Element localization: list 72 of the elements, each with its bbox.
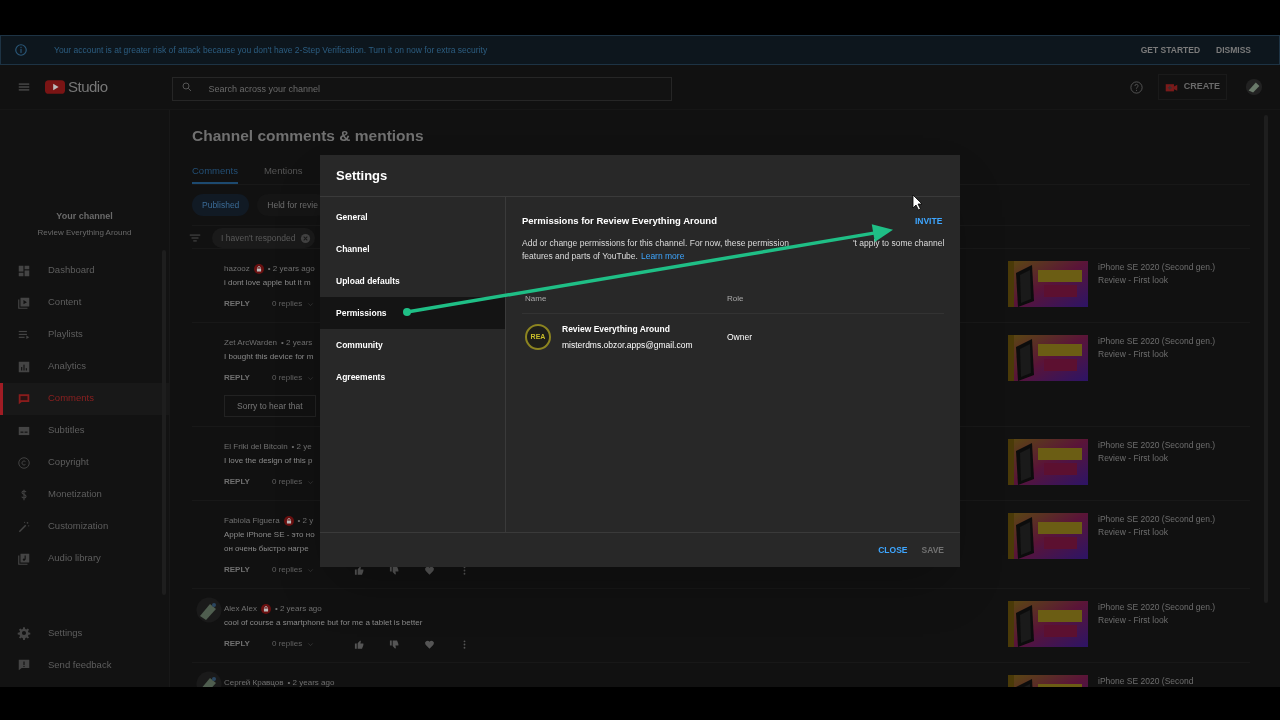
member-email: misterdms.obzor.apps@gmail.com xyxy=(562,338,694,352)
section-heading: Permissions for Review Everything Around xyxy=(522,214,717,228)
video-title[interactable]: iPhone SE 2020 (Second gen.) Review - First look xyxy=(1098,439,1216,493)
member-role: Owner xyxy=(727,330,753,344)
sidebar-item[interactable]: Subtitles xyxy=(0,414,169,447)
video-title[interactable]: iPhone SE 2020 (Second gen.) Review - First look xyxy=(1098,601,1216,655)
comment-author[interactable]: El Friki del Bitcoin xyxy=(224,441,288,453)
sidebar-item[interactable]: Copyright xyxy=(0,446,169,479)
description-text: features and parts of YouTube. xyxy=(522,250,638,264)
comment-text: cool of course a smartphone but for me a tablet is better xyxy=(224,617,423,629)
comment-author[interactable]: Zet ArcWarden xyxy=(224,337,278,349)
comment-author[interactable]: Alex Alex xyxy=(224,603,257,615)
dialog-button[interactable]: CLOSE xyxy=(878,543,908,557)
page-title: Channel comments & mentions xyxy=(192,126,425,146)
sidebar-item[interactable]: Analytics xyxy=(0,350,169,383)
sidebar-item[interactable]: Comments xyxy=(0,382,169,415)
learn-more-link[interactable]: Learn more xyxy=(640,250,685,264)
reply-button[interactable]: REPLY xyxy=(224,298,272,310)
replies-toggle[interactable]: 0 replies xyxy=(272,638,354,650)
sidebar-item[interactable]: Audio library xyxy=(0,542,169,575)
comment-time: • 2 y xyxy=(297,515,314,527)
logo-text: Studio xyxy=(68,76,108,97)
description-text: Add or change permissions for this channel. For now, these permission xyxy=(522,237,789,251)
comment-text: он очень быстро нагре xyxy=(224,543,309,555)
comment-text: i dont love apple but it m xyxy=(224,277,311,289)
channel-name: Review Everything Around xyxy=(36,226,133,239)
sidebar-item[interactable]: Send feedback xyxy=(0,649,169,681)
reply-button[interactable]: REPLY xyxy=(224,638,272,650)
comment-time: • 2 years ago xyxy=(267,263,315,275)
comment-text: Apple iPhone SE - это но xyxy=(224,529,315,541)
comment-author[interactable]: hazooz xyxy=(224,263,250,275)
video-title[interactable]: iPhone SE 2020 (Second gen.) Review - First look xyxy=(1098,513,1216,581)
comment-time: • 2 years ago xyxy=(274,603,322,615)
tab[interactable]: Comments xyxy=(192,160,238,184)
banner-message: Your account is at greater risk of attack because you don't have 2-Step Verification. Turn it on now for extra security xyxy=(54,43,489,57)
reply-button[interactable]: REPLY xyxy=(224,476,272,488)
banner-button[interactable]: DISMISS xyxy=(1216,43,1251,57)
replies-toggle[interactable]: 0 replies xyxy=(272,564,354,576)
invite-button[interactable]: INVITE xyxy=(914,214,943,228)
reply-button[interactable]: REPLY xyxy=(224,564,272,576)
sidebar-item[interactable]: Content xyxy=(0,286,169,319)
comment-author[interactable]: Fabiola Figuera xyxy=(224,515,280,527)
sidebar-item[interactable]: Customization xyxy=(0,510,169,543)
video-title[interactable]: iPhone SE 2020 (Second xyxy=(1098,675,1216,687)
video-title[interactable]: iPhone SE 2020 (Second gen.) Review - First look xyxy=(1098,335,1216,419)
column-header: Name xyxy=(524,293,548,306)
member-name: Review Everything Around xyxy=(562,323,671,336)
channel-title: Your channel xyxy=(55,210,114,223)
sidebar-item[interactable]: Monetization xyxy=(0,478,169,511)
suggested-reply[interactable]: Sorry to hear that xyxy=(224,395,316,417)
comment-text: I bought this device for m xyxy=(224,351,314,363)
filter-chip[interactable]: Published xyxy=(192,194,250,216)
sidebar-item[interactable]: Playlists xyxy=(0,318,169,351)
description-text: 't apply to some channel xyxy=(852,237,945,251)
settings-nav-item[interactable]: Permissions xyxy=(320,297,505,329)
comment-time: • 2 years xyxy=(281,337,313,349)
comment-text: I love the design of this p xyxy=(224,455,313,467)
comment-time: • 2 years ago xyxy=(287,677,335,687)
search-field[interactable]: Search across your channel xyxy=(171,77,672,101)
column-header: Role xyxy=(727,293,744,306)
sidebar-item[interactable]: Settings xyxy=(0,617,169,649)
sidebar-item[interactable]: Dashboard xyxy=(0,254,169,287)
banner-button[interactable]: GET STARTED xyxy=(1140,43,1201,57)
comment-author[interactable]: Сергей Кравцов xyxy=(224,677,284,687)
reply-button[interactable]: REPLY xyxy=(224,372,272,384)
tab[interactable]: Mentions xyxy=(263,160,303,184)
dialog-title: Settings xyxy=(336,166,388,185)
comment-time: • 2 ye xyxy=(291,441,312,453)
create-button[interactable]: CREATE xyxy=(1157,74,1227,100)
studio-logo[interactable]: Studio xyxy=(45,75,108,99)
video-title[interactable]: iPhone SE 2020 (Second gen.) Review - First look xyxy=(1098,261,1216,315)
replies-toggle[interactable]: 0 replies xyxy=(272,476,354,488)
